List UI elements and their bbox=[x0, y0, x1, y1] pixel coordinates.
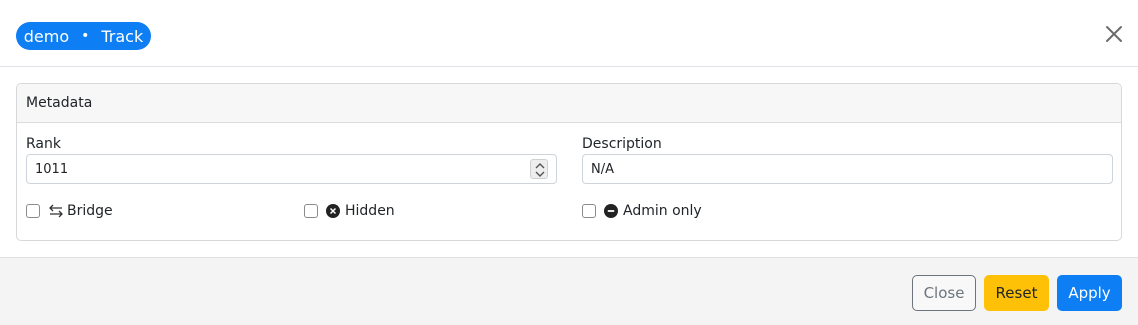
rank-input[interactable]: 1011 bbox=[26, 154, 557, 184]
title-pill: demo • Track bbox=[16, 22, 151, 50]
minus-circle-icon bbox=[604, 204, 618, 218]
pill-right-text: Track bbox=[101, 26, 144, 46]
modal-header: demo • Track bbox=[0, 0, 1138, 67]
rank-value: 1011 bbox=[35, 161, 69, 177]
close-button[interactable]: Close bbox=[912, 275, 976, 311]
reset-button[interactable]: Reset bbox=[984, 275, 1049, 311]
bridge-checkbox-row[interactable]: Bridge bbox=[26, 203, 113, 219]
modal-footer: Close Reset Apply bbox=[0, 257, 1138, 325]
rank-label: Rank bbox=[26, 136, 61, 152]
description-label: Description bbox=[582, 136, 662, 152]
admin-only-label: Admin only bbox=[623, 203, 702, 219]
metadata-card: Metadata Rank 1011 Description N/A Bridg… bbox=[16, 83, 1122, 241]
description-value: N/A bbox=[591, 161, 614, 177]
bridge-checkbox[interactable] bbox=[26, 204, 40, 218]
swap-arrows-icon bbox=[48, 204, 63, 218]
description-input[interactable]: N/A bbox=[582, 154, 1113, 184]
bridge-label: Bridge bbox=[67, 203, 113, 219]
pill-separator: • bbox=[81, 28, 90, 44]
hidden-checkbox-row[interactable]: Hidden bbox=[304, 203, 395, 219]
hidden-label: Hidden bbox=[345, 203, 395, 219]
hidden-checkbox[interactable] bbox=[304, 204, 318, 218]
spinner-arrows-icon[interactable] bbox=[530, 159, 548, 179]
apply-button[interactable]: Apply bbox=[1057, 275, 1122, 311]
close-icon[interactable] bbox=[1102, 22, 1126, 46]
card-title: Metadata bbox=[17, 84, 1121, 123]
x-circle-icon bbox=[326, 204, 340, 218]
admin-only-checkbox-row[interactable]: Admin only bbox=[582, 203, 702, 219]
admin-only-checkbox[interactable] bbox=[582, 204, 596, 218]
modal-dialog: demo • Track Metadata Rank 1011 Descript… bbox=[0, 0, 1138, 325]
pill-left-text: demo bbox=[23, 26, 70, 46]
modal-body: Metadata Rank 1011 Description N/A Bridg… bbox=[0, 67, 1138, 257]
